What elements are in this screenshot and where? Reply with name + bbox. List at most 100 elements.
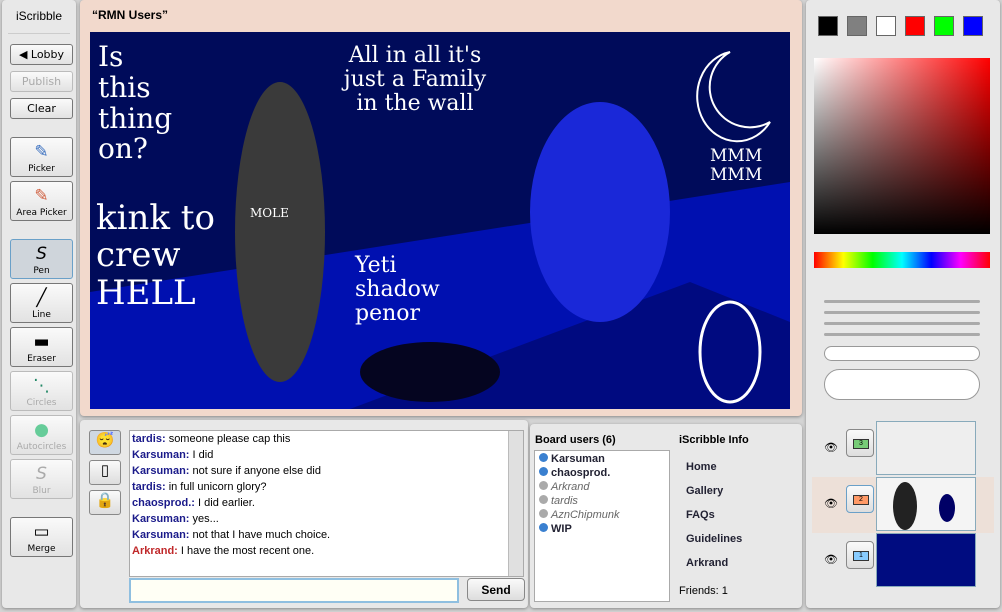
size-line[interactable]	[824, 311, 980, 314]
message-user[interactable]: chaosprod.:	[132, 497, 195, 509]
message-user[interactable]: Karsuman:	[132, 449, 189, 461]
message-user[interactable]: tardis:	[132, 481, 166, 493]
tool-label: Eraser	[27, 354, 56, 364]
pen-tool[interactable]: S Pen	[10, 239, 73, 279]
user-name: Arkrand	[551, 481, 590, 493]
eraser-tool[interactable]: ▬ Eraser	[10, 327, 73, 367]
lobby-button[interactable]: ◀ Lobby	[10, 44, 73, 65]
user-list-item[interactable]: chaosprod.	[535, 466, 669, 480]
hue-slider[interactable]	[814, 252, 990, 268]
color-swatch[interactable]	[876, 16, 896, 36]
user-list-item[interactable]: Arkrand	[535, 480, 669, 494]
user-status-icon	[539, 509, 548, 518]
color-swatch[interactable]	[818, 16, 838, 36]
message-text: not sure if anyone else did	[192, 465, 321, 477]
layer-number: 2	[853, 495, 869, 505]
color-swatch[interactable]	[963, 16, 983, 36]
chat-input[interactable]	[129, 578, 459, 603]
link-faqs[interactable]: FAQs	[686, 509, 715, 521]
user-list-item[interactable]: AznChipmunk	[535, 508, 669, 522]
drawing-text-kink: kink to crew HELL	[96, 198, 215, 313]
message-text: I have the most recent one.	[180, 545, 315, 557]
layer-select-button[interactable]: 1	[846, 541, 874, 569]
tool-label: Line	[32, 310, 51, 320]
publish-button[interactable]: Publish	[10, 71, 73, 92]
area-dropper-icon: ✎	[34, 186, 49, 206]
chat-message: Karsuman: not that I have much choice.	[130, 527, 523, 543]
eye-icon[interactable]: 👁	[824, 553, 838, 566]
circles-tool[interactable]: ⋱ Circles	[10, 371, 73, 411]
user-list-item[interactable]: WIP	[535, 522, 669, 536]
tool-label: Area Picker	[16, 208, 67, 218]
size-line[interactable]	[824, 322, 980, 325]
user-name: chaosprod.	[551, 467, 611, 479]
chat-panel: 😴 ▯ 🔒 tardis: someone please cap this Kar…	[80, 420, 528, 608]
area-picker-tool[interactable]: ✎ Area Picker	[10, 181, 73, 221]
chat-message: tardis: someone please cap this	[130, 431, 523, 447]
layer-select-button[interactable]: 2	[846, 485, 874, 513]
user-status-icon	[539, 523, 548, 532]
brush-size-option[interactable]	[824, 369, 980, 400]
size-line[interactable]	[824, 300, 980, 303]
blur-tool[interactable]: S Blur	[10, 459, 73, 499]
link-gallery[interactable]: Gallery	[686, 485, 723, 497]
message-text: someone please cap this	[168, 433, 291, 445]
info-heading: iScribble Info	[679, 434, 749, 446]
user-status-icon	[539, 481, 548, 490]
eye-icon[interactable]: 👁	[824, 497, 838, 510]
user-name: WIP	[551, 523, 572, 535]
user-status-icon	[539, 467, 548, 476]
layer-thumbnail	[876, 421, 976, 475]
color-swatch[interactable]	[934, 16, 954, 36]
link-home[interactable]: Home	[686, 461, 717, 473]
message-user[interactable]: Arkrand:	[132, 545, 178, 557]
clear-button[interactable]: Clear	[10, 98, 73, 119]
link-profile[interactable]: Arkrand	[686, 557, 728, 569]
color-swatch[interactable]	[905, 16, 925, 36]
line-tool[interactable]: ╱ Line	[10, 283, 73, 323]
message-text: not that I have much choice.	[192, 529, 331, 541]
lock-icon: 🔒	[95, 492, 115, 509]
drawing-text-yeti: Yeti shadow penor	[355, 253, 440, 327]
user-name: Karsuman	[551, 453, 605, 465]
user-list-item[interactable]: tardis	[535, 494, 669, 508]
picker-tool[interactable]: ✎ Picker	[10, 137, 73, 177]
message-user[interactable]: Karsuman:	[132, 513, 189, 525]
message-user[interactable]: Karsuman:	[132, 529, 189, 541]
tool-label: Circles	[26, 398, 57, 408]
layer-thumbnail	[876, 477, 976, 531]
panel-toggle-button[interactable]: ▯	[89, 460, 121, 485]
message-text: in full unicorn glory?	[168, 481, 267, 493]
message-user[interactable]: Karsuman:	[132, 465, 189, 477]
link-guidelines[interactable]: Guidelines	[686, 533, 742, 545]
chat-scrollbar[interactable]	[508, 431, 523, 576]
message-text: I did	[192, 449, 214, 461]
user-list-item[interactable]: Karsuman	[535, 452, 669, 466]
merge-icon: ▭	[33, 522, 50, 542]
dropper-icon: ✎	[34, 142, 49, 162]
message-user[interactable]: tardis:	[132, 433, 166, 445]
eye-icon[interactable]: 👁	[824, 441, 838, 454]
autocircles-icon: ●	[34, 420, 49, 440]
layer-2[interactable]: 👁 2	[812, 477, 994, 533]
chat-message: Karsuman: not sure if anyone else did	[130, 463, 523, 479]
send-button[interactable]: Send	[467, 578, 525, 601]
size-line[interactable]	[824, 333, 980, 336]
tool-label: Pen	[33, 266, 50, 276]
circles-icon: ⋱	[33, 376, 50, 396]
lock-chat-button[interactable]: 🔒	[89, 490, 121, 515]
drawing-canvas[interactable]: Is this thing on? kink to crew HELL All …	[90, 32, 790, 409]
brush-size-option[interactable]	[824, 346, 980, 361]
color-swatch[interactable]	[847, 16, 867, 36]
autocircles-tool[interactable]: ● Autocircles	[10, 415, 73, 455]
sleepy-face-icon: 😴	[95, 432, 115, 449]
status-button[interactable]: 😴	[89, 430, 121, 455]
layer-3[interactable]: 👁 3	[812, 421, 994, 477]
color-gradient-picker[interactable]	[814, 58, 990, 234]
layer-select-button[interactable]: 3	[846, 429, 874, 457]
user-status-icon	[539, 453, 548, 462]
merge-button[interactable]: ▭ Merge	[10, 517, 73, 557]
layer-1[interactable]: 👁 1	[812, 533, 994, 589]
friends-count: Friends: 1	[679, 585, 728, 597]
drawing-text-mole: MOLE	[250, 206, 289, 220]
